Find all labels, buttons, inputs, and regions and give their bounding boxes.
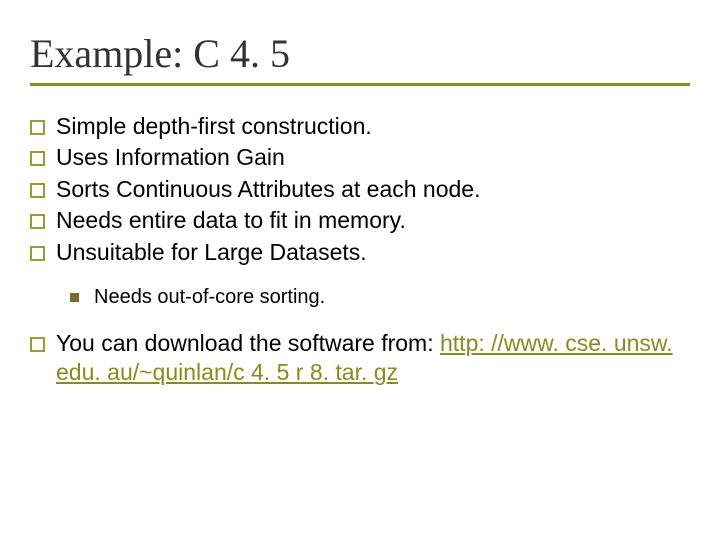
bullet-text: You can download the software from: bbox=[56, 330, 434, 356]
bullet-item: Uses Information Gain bbox=[30, 143, 690, 172]
bullet-item: Needs entire data to fit in memory. bbox=[30, 206, 690, 235]
sub-bullet-text: Needs out-of-core sorting. bbox=[94, 286, 325, 308]
bullet-item: Sorts Continuous Attributes at each node… bbox=[30, 175, 690, 204]
slide: Example: C 4. 5 Simple depth-first const… bbox=[0, 0, 720, 540]
bullet-list: Simple depth-first construction. Uses In… bbox=[30, 112, 690, 267]
bullet-item-download: You can download the software from: http… bbox=[30, 329, 690, 388]
bullet-item: Unsuitable for Large Datasets. bbox=[30, 238, 690, 267]
bullet-item: Simple depth-first construction. bbox=[30, 112, 690, 141]
sub-bullet-item: Needs out-of-core sorting. bbox=[70, 285, 690, 311]
bullet-text: Unsuitable for Large Datasets. bbox=[56, 239, 367, 265]
bullet-text: Needs entire data to fit in memory. bbox=[56, 207, 406, 233]
bullet-text: Sorts Continuous Attributes at each node… bbox=[56, 176, 481, 202]
slide-content: Simple depth-first construction. Uses In… bbox=[30, 112, 690, 388]
slide-title: Example: C 4. 5 bbox=[30, 30, 690, 86]
bullet-text: Simple depth-first construction. bbox=[56, 113, 372, 139]
bullet-text: Uses Information Gain bbox=[56, 144, 285, 170]
bullet-list-2: You can download the software from: http… bbox=[30, 329, 690, 388]
sub-bullet-list: Needs out-of-core sorting. bbox=[30, 285, 690, 311]
